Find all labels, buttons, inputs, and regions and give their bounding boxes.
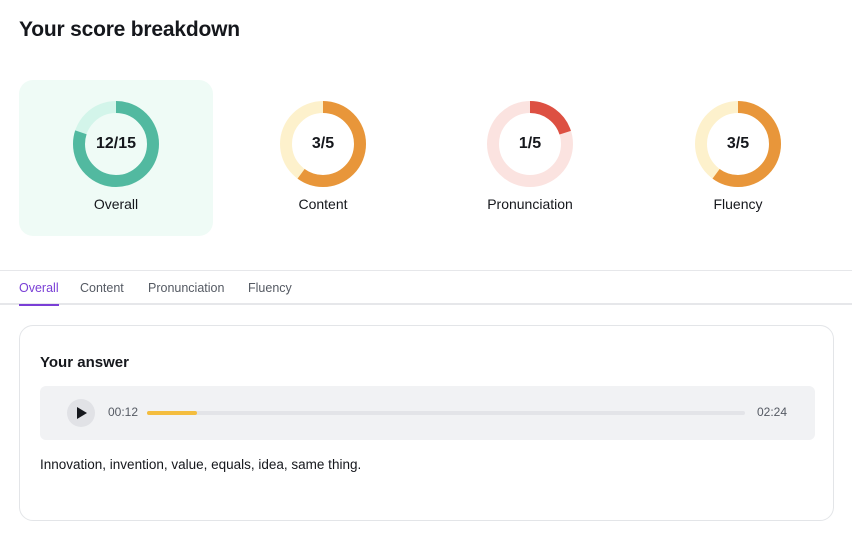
score-label: Overall [93, 196, 139, 212]
score-ring-content: 3/5 [279, 100, 367, 188]
score-label: Fluency [713, 196, 763, 212]
answer-title: Your answer [40, 354, 129, 371]
play-button[interactable] [67, 399, 95, 427]
progress-track[interactable] [147, 411, 745, 415]
score-card-overall[interactable]: 12/15 Overall [19, 80, 213, 236]
score-card-pronunciation[interactable]: 1/5 Pronunciation [433, 80, 627, 236]
answer-card: Your answer 00:12 02:24 Innovation, inve… [19, 325, 834, 521]
page-title: Your score breakdown [19, 18, 240, 41]
current-time: 00:12 [108, 405, 139, 419]
score-ring-pronunciation: 1/5 [486, 100, 574, 188]
score-ring-fluency: 3/5 [694, 100, 782, 188]
audio-player: 00:12 02:24 [40, 386, 815, 440]
score-value: 12/15 [95, 135, 137, 152]
score-label: Pronunciation [487, 196, 573, 212]
score-value: 1/5 [518, 135, 542, 152]
score-value: 3/5 [726, 135, 750, 152]
tab-content[interactable]: Content [80, 281, 124, 303]
total-time: 02:24 [756, 405, 787, 419]
tab-fluency[interactable]: Fluency [248, 281, 292, 303]
score-label: Content [298, 196, 348, 212]
answer-transcript: Innovation, invention, value, equals, id… [40, 457, 362, 472]
progress-fill [147, 411, 197, 415]
tab-overall[interactable]: Overall [19, 281, 59, 306]
score-ring-overall: 12/15 [72, 100, 160, 188]
tab-pronunciation[interactable]: Pronunciation [148, 281, 224, 303]
tab-bar: Overall Content Pronunciation Fluency [0, 271, 852, 306]
score-value: 3/5 [311, 135, 335, 152]
play-icon [77, 407, 87, 419]
score-card-content[interactable]: 3/5 Content [226, 80, 420, 236]
score-card-fluency[interactable]: 3/5 Fluency [641, 80, 835, 236]
